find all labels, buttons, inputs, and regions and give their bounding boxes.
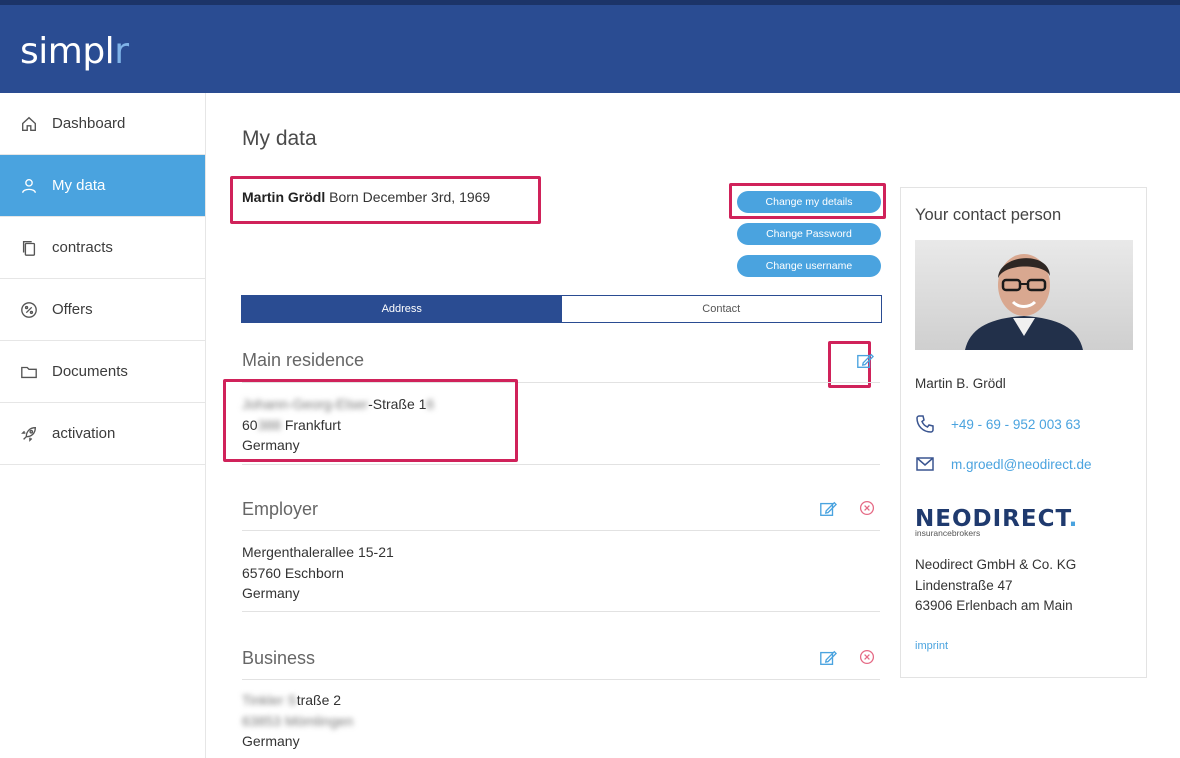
sidebar-item-label: Documents <box>52 363 128 380</box>
section-title-business: Business <box>242 648 316 668</box>
city-name: Frankfurt <box>280 416 341 433</box>
address-line-street: Mergenthalerallee 15-21 <box>242 544 394 560</box>
sidebar-item-label: Offers <box>52 301 93 318</box>
sidebar-item-label: My data <box>52 177 106 194</box>
tab-address[interactable]: Address <box>242 296 562 322</box>
business-address: Tinkler Straße 2 63853 Mömlingen Germany <box>242 690 353 752</box>
address-line-country: Germany <box>242 585 300 601</box>
redacted-text: 6 <box>426 396 435 412</box>
main-residence-address: Johann-Georg-Elser-Straße 16 60388 Frank… <box>242 394 434 456</box>
person-name: Martin Grödl <box>242 189 326 205</box>
edit-icon[interactable] <box>819 500 837 518</box>
address-line-street: Tinkler Straße 2 <box>242 690 353 711</box>
postcode-prefix: 60 <box>242 416 258 433</box>
address-line-street: Johann-Georg-Elser-Straße 16 <box>242 394 434 415</box>
contact-person-card: Your contact person Martin B. Grödl +49 … <box>900 187 1147 678</box>
sidebar-item-label: activation <box>52 425 116 442</box>
change-details-button[interactable]: Change my details <box>737 191 881 213</box>
section-divider <box>242 464 880 465</box>
folder-icon <box>21 366 37 378</box>
address-line-city: 65760 Eschborn <box>242 564 344 581</box>
person-portrait-icon <box>965 254 1083 350</box>
person-info: Martin Grödl Born December 3rd, 1969 <box>242 189 490 205</box>
change-username-button[interactable]: Change username <box>737 255 881 277</box>
company-logo-dot: . <box>1068 506 1079 532</box>
address-line-country: Germany <box>242 733 300 749</box>
section-divider <box>242 679 880 680</box>
sidebar-item-documents[interactable]: Documents <box>0 341 205 403</box>
company-name: Neodirect GmbH & Co. KG <box>915 557 1077 572</box>
percent-icon <box>21 301 37 318</box>
contact-name: Martin B. Grödl <box>915 376 1006 391</box>
rocket-icon <box>21 426 36 442</box>
delete-icon[interactable] <box>859 500 875 516</box>
address-line-city: 60388 Frankfurt <box>242 415 434 436</box>
edit-icon[interactable] <box>819 649 837 667</box>
redacted-text: Tinkler S <box>242 692 297 708</box>
sidebar: Dashboard My data contracts Offers Docum… <box>0 93 206 758</box>
contact-photo <box>915 240 1133 350</box>
section-title-employer: Employer <box>242 499 319 519</box>
street-suffix: -Straße 1 <box>368 396 427 412</box>
redacted-text: 63853 Mömlingen <box>242 712 354 729</box>
company-street: Lindenstraße 47 <box>915 577 1013 593</box>
sidebar-item-my-data[interactable]: My data <box>0 155 205 217</box>
phone-icon <box>916 415 934 433</box>
card-title: Your contact person <box>915 206 1062 224</box>
section-title-main-residence: Main residence <box>242 350 365 370</box>
change-password-button[interactable]: Change Password <box>737 223 881 245</box>
person-birthdate: Born December 3rd, 1969 <box>329 189 491 205</box>
employer-address: Mergenthalerallee 15-21 65760 Eschborn G… <box>242 542 394 604</box>
company-city: 63906 Erlenbach am Main <box>915 598 1073 613</box>
sidebar-item-dashboard[interactable]: Dashboard <box>0 93 205 155</box>
user-icon <box>22 178 36 193</box>
delete-icon[interactable] <box>859 649 875 665</box>
redacted-text: 388 <box>257 416 281 433</box>
top-header: simplr <box>0 0 1180 93</box>
copy-icon <box>22 240 36 256</box>
contact-phone-link[interactable]: +49 - 69 - 952 003 63 <box>915 414 1080 434</box>
sidebar-item-offers[interactable]: Offers <box>0 279 205 341</box>
page-title: My data <box>242 127 317 150</box>
sidebar-item-activation[interactable]: activation <box>0 403 205 465</box>
simplr-logo[interactable]: simplr <box>20 31 129 72</box>
edit-icon[interactable] <box>856 352 874 370</box>
address-contact-tabs: Address Contact <box>241 295 882 323</box>
home-icon <box>22 116 36 131</box>
company-address: Neodirect GmbH & Co. KG Lindenstraße 47 … <box>915 555 1076 617</box>
neodirect-logo: NEODIRECT. insurancebrokers <box>915 506 1078 538</box>
logo-accent-text: r <box>114 31 129 72</box>
tab-contact[interactable]: Contact <box>562 296 882 322</box>
street-suffix: traße 2 <box>296 692 342 708</box>
sidebar-item-label: contracts <box>52 239 113 256</box>
sidebar-item-contracts[interactable]: contracts <box>0 217 205 279</box>
logo-main-text: simpl <box>20 31 115 72</box>
sidebar-item-label: Dashboard <box>52 115 126 132</box>
section-divider <box>242 530 880 531</box>
mail-icon <box>916 457 934 471</box>
imprint-link[interactable]: imprint <box>915 640 948 652</box>
contact-phone: +49 - 69 - 952 003 63 <box>951 416 1081 432</box>
contact-email: m.groedl@neodirect.de <box>951 456 1092 472</box>
redacted-text: Johann-Georg-Elser <box>242 396 369 412</box>
address-line-country: Germany <box>242 437 300 453</box>
section-divider <box>242 611 880 612</box>
contact-email-link[interactable]: m.groedl@neodirect.de <box>915 454 1092 474</box>
